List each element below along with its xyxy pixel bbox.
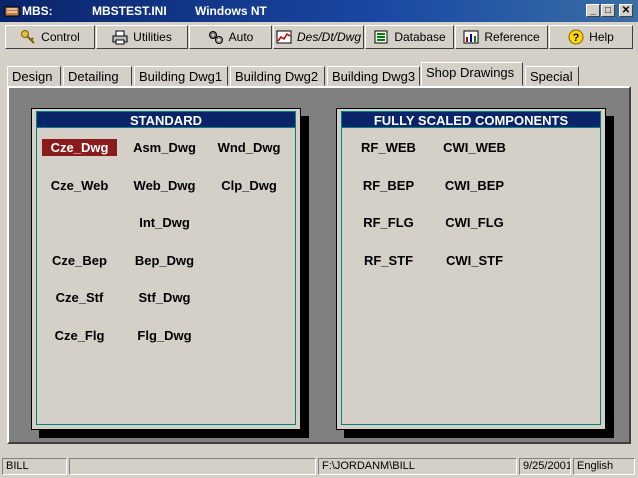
auto-button[interactable]: Auto (189, 25, 272, 49)
scaled-header: FULLY SCALED COMPONENTS (341, 111, 601, 128)
auto-label: Auto (228, 30, 254, 44)
stf-dwg-button[interactable]: Stf_Dwg (122, 289, 207, 306)
cze-stf-button[interactable]: Cze_Stf (42, 289, 117, 306)
standard-panel-frame (36, 113, 296, 425)
utilities-label: Utilities (133, 30, 172, 44)
tab-shop-drawings[interactable]: Shop Drawings (421, 62, 523, 86)
database-button[interactable]: Database (365, 25, 454, 49)
tab-detailing[interactable]: Detailing (63, 66, 132, 86)
cwi-flg-button[interactable]: CWI_FLG (432, 214, 517, 231)
standard-panel: STANDARD Cze_Dwg Asm_Dwg Wnd_Dwg Cze_Web… (31, 108, 301, 430)
wnd-dwg-button[interactable]: Wnd_Dwg (209, 139, 289, 156)
cze-dwg-button[interactable]: Cze_Dwg (42, 139, 117, 156)
des-dt-dwg-label: Des/Dt/Dwg (296, 30, 361, 44)
help-button[interactable]: ? Help (549, 25, 633, 49)
chart-icon (276, 30, 292, 44)
status-bar: BILL F:\JORDANM\BILL 9/25/2001 English (0, 457, 638, 477)
reference-chart-icon (463, 30, 479, 44)
app-name: MBS: (22, 4, 53, 18)
ini-filename: MBSTEST.INI (92, 4, 167, 18)
tab-building-dwg2[interactable]: Building Dwg2 (230, 66, 325, 86)
status-date: 9/25/2001 (519, 458, 571, 475)
toolbar: Control Utilities Auto Des/Dt/Dwg Databa… (0, 23, 638, 51)
standard-header: STANDARD (36, 111, 296, 128)
rf-flg-button[interactable]: RF_FLG (351, 214, 426, 231)
rf-web-button[interactable]: RF_WEB (351, 139, 426, 156)
status-path: F:\JORDANM\BILL (318, 458, 517, 475)
printer-icon (112, 30, 128, 45)
status-blank (69, 458, 316, 475)
close-button[interactable]: ✕ (619, 4, 633, 17)
status-language: English (573, 458, 635, 475)
status-user: BILL (2, 458, 67, 475)
cwi-bep-button[interactable]: CWI_BEP (432, 177, 517, 194)
minimize-button[interactable]: _ (586, 4, 600, 17)
app-icon[interactable] (4, 4, 20, 18)
utilities-button[interactable]: Utilities (96, 25, 188, 49)
cwi-stf-button[interactable]: CWI_STF (432, 252, 517, 269)
cze-bep-button[interactable]: Cze_Bep (42, 252, 117, 269)
os-name: Windows NT (195, 4, 267, 18)
asm-dwg-button[interactable]: Asm_Dwg (127, 139, 202, 156)
rf-bep-button[interactable]: RF_BEP (351, 177, 426, 194)
help-label: Help (589, 30, 614, 44)
tab-design[interactable]: Design (7, 66, 61, 86)
database-label: Database (394, 30, 446, 44)
int-dwg-button[interactable]: Int_Dwg (122, 214, 207, 231)
tab-building-dwg1[interactable]: Building Dwg1 (134, 66, 228, 86)
reference-label: Reference (484, 30, 540, 44)
tab-building-dwg3[interactable]: Building Dwg3 (327, 66, 420, 86)
tab-special[interactable]: Special (525, 66, 579, 86)
scaled-panel-frame (341, 113, 601, 425)
help-icon: ? (568, 29, 584, 45)
cwi-web-button[interactable]: CWI_WEB (432, 139, 517, 156)
flg-dwg-button[interactable]: Flg_Dwg (122, 327, 207, 344)
svg-text:?: ? (573, 32, 580, 44)
control-label: Control (41, 30, 80, 44)
tab-content: STANDARD Cze_Dwg Asm_Dwg Wnd_Dwg Cze_Web… (7, 86, 631, 444)
reference-button[interactable]: Reference (455, 25, 548, 49)
maximize-button[interactable]: □ (601, 4, 615, 17)
gears-icon (208, 31, 223, 44)
title-bar: MBS: MBSTEST.INI Windows NT _ □ ✕ (0, 0, 638, 22)
des-dt-dwg-button[interactable]: Des/Dt/Dwg (273, 25, 364, 49)
control-button[interactable]: Control (5, 25, 95, 49)
web-dwg-button[interactable]: Web_Dwg (122, 177, 207, 194)
clp-dwg-button[interactable]: Clp_Dwg (209, 177, 289, 194)
cze-web-button[interactable]: Cze_Web (42, 177, 117, 194)
cze-flg-button[interactable]: Cze_Flg (42, 327, 117, 344)
key-icon (21, 30, 35, 44)
rf-stf-button[interactable]: RF_STF (351, 252, 426, 269)
database-icon (374, 30, 388, 44)
bep-dwg-button[interactable]: Bep_Dwg (122, 252, 207, 269)
scaled-panel: FULLY SCALED COMPONENTS RF_WEB CWI_WEB R… (336, 108, 606, 430)
